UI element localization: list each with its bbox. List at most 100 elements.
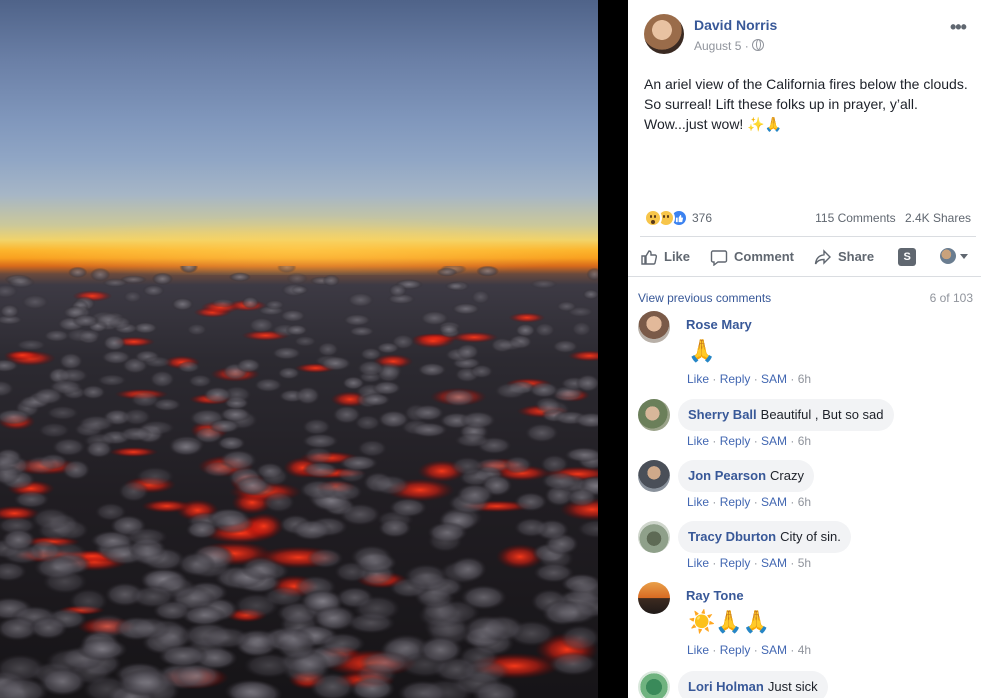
reaction-summary[interactable]: 376 [644,208,712,228]
cloud-puff [564,447,598,463]
commenter-avatar[interactable] [638,399,670,431]
cloud-puff [444,281,465,291]
chevron-down-icon [960,253,968,259]
panel-gap [598,0,628,698]
cloud-puff [142,355,173,368]
cloud-puff [411,404,445,422]
thumbs-up-icon [641,249,658,265]
cloud-puff [228,272,251,282]
cloud-puff [122,408,152,426]
commenter-avatar[interactable] [638,311,670,343]
cloud-puff [339,454,379,472]
comment-reply-link[interactable]: Reply [720,643,751,657]
comment-reply-link[interactable]: Reply [720,556,751,570]
comment-time[interactable]: 4h [798,643,811,657]
comment-reply-link[interactable]: Reply [720,495,751,509]
cloud-puff [353,595,401,622]
cloud-puff [58,352,84,370]
cloud-puff [179,266,199,274]
comment-time[interactable]: 5h [798,556,811,570]
cloud-puff [119,426,153,442]
comment-like-link[interactable]: Like [687,643,709,657]
cloud-puff [495,339,525,351]
post-text-line: So surreal! Lift these folks up in praye… [644,96,918,112]
comment-label: Comment [734,249,794,264]
more-options-icon[interactable]: ••• [950,17,967,38]
like-label: Like [664,249,691,264]
share-button[interactable]: Share [814,248,874,266]
comment-sam-link[interactable]: SAM [761,556,787,570]
cloud-puff [77,637,128,661]
comment-sam-link[interactable]: SAM [761,372,787,386]
comment-time[interactable]: 6h [798,372,811,386]
cloud-puff [319,355,352,371]
commenter-name[interactable]: Rose Mary [686,317,752,332]
cloud-puff [224,679,277,698]
sparkle-pray-emoji: ✨🙏 [747,116,783,132]
post-date[interactable]: August 5 · [694,39,749,53]
cloud-puff [459,411,496,430]
view-previous-comments-link[interactable]: View previous comments [638,291,771,305]
cloud-puff [0,303,20,319]
commenter-name[interactable]: Sherry Ball [688,407,757,422]
comment-text: Crazy [770,468,804,483]
audience-avatar-icon [940,248,956,264]
cloud-puff [317,479,355,500]
cloud-puff [188,374,213,388]
cloud-puff [357,439,388,458]
author-avatar[interactable] [644,14,684,54]
comment-like-link[interactable]: Like [687,372,709,386]
cloud-puff [514,492,548,512]
commenter-avatar[interactable] [638,521,670,553]
cloud-puff [418,635,463,664]
commenter-name[interactable]: Ray Tone [686,588,744,603]
comment-like-link[interactable]: Like [687,556,709,570]
comments-pager: 6 of 103 [929,291,973,305]
comments-count-link[interactable]: 115 Comments [815,211,895,225]
comment-time[interactable]: 6h [798,434,811,448]
comment-bubble: Rose Mary [678,309,764,341]
shares-count-link[interactable]: 2.4K Shares [905,211,971,225]
post-photo[interactable] [0,0,598,698]
author-name[interactable]: David Norris [694,17,777,33]
cloud-puff [552,339,579,354]
comment-sam-link[interactable]: SAM [761,434,787,448]
s-app-icon[interactable]: S [898,247,917,266]
cloud-puff [404,563,448,588]
fire-glow [3,350,42,361]
comment-sam-link[interactable]: SAM [761,495,787,509]
cloud-puff [102,334,126,352]
like-button[interactable]: Like [640,248,690,266]
commenter-avatar[interactable] [638,460,670,492]
cloud-puff [279,309,306,323]
post-panel: David Norris August 5 · ••• An ariel vie… [598,0,981,698]
comment-bubble-icon [710,249,728,266]
cloud-puff [577,519,598,539]
commenter-name[interactable]: Jon Pearson [688,468,766,483]
commenter-avatar[interactable] [638,582,670,614]
cloud-puff [77,415,115,432]
cloud-puff [456,483,494,506]
comment-bubble: Sherry Ball Beautiful , But so sad [678,399,894,431]
cloud-puff [361,392,391,407]
cloud-puff [378,518,412,538]
comment-reply-link[interactable]: Reply [720,372,751,386]
cloud-puff [253,377,283,393]
comment-button[interactable]: Comment [710,248,794,266]
cloud-puff [348,326,375,337]
cloud-puff [90,267,111,282]
audience-selector[interactable] [940,248,968,264]
cloud-puff [286,272,308,285]
comment-time[interactable]: 6h [798,495,811,509]
comment-like-link[interactable]: Like [687,434,709,448]
commenter-avatar[interactable] [638,671,670,698]
cloud-puff [186,323,208,336]
commenter-name[interactable]: Tracy Dburton [688,529,776,544]
commenter-name[interactable]: Lori Holman [688,679,764,694]
comment-sam-link[interactable]: SAM [761,643,787,657]
comment-reply-link[interactable]: Reply [720,434,751,448]
comment-like-link[interactable]: Like [687,495,709,509]
cloud-puff [177,551,216,577]
cloud-puff [295,386,321,405]
cloud-puff [312,605,352,631]
